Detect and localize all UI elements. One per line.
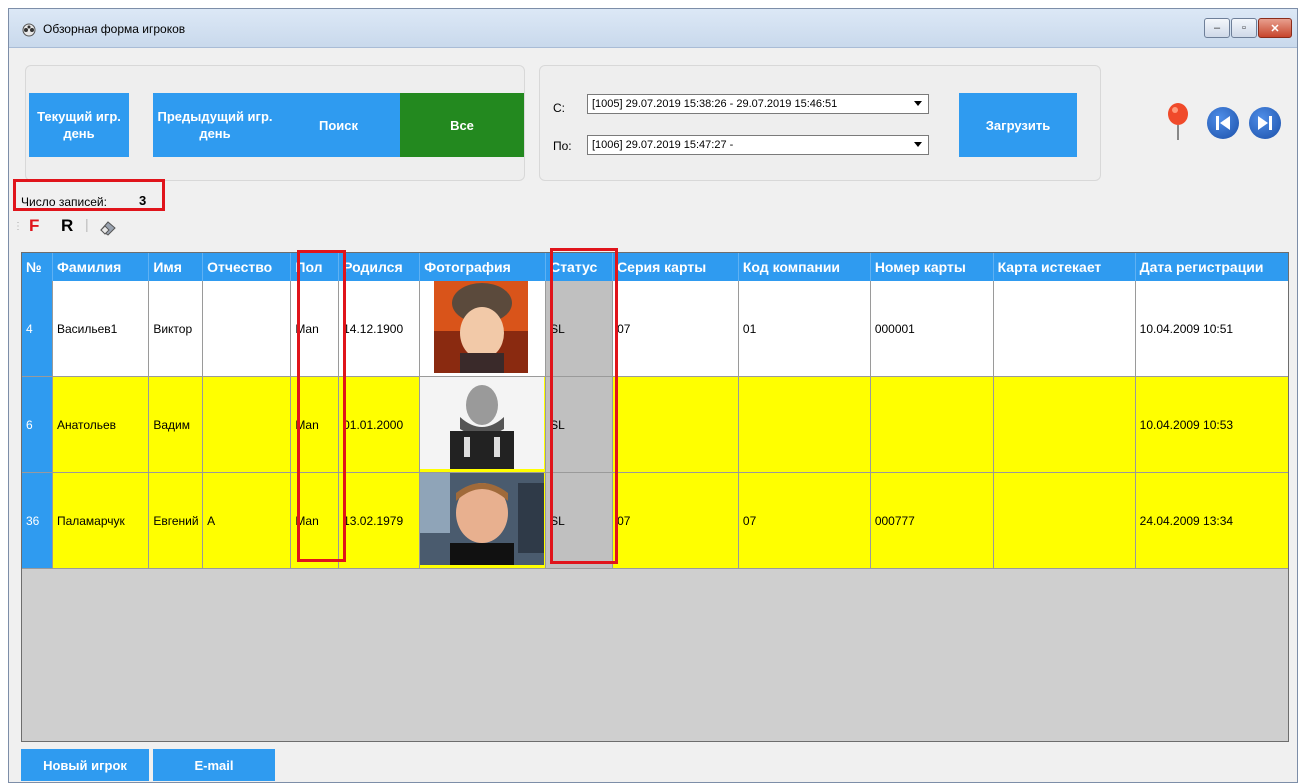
- player-photo: [420, 377, 545, 469]
- col-registered[interactable]: Дата регистрации: [1135, 253, 1288, 281]
- cell-card-expires[interactable]: [993, 472, 1136, 569]
- col-company-code[interactable]: Код компании: [738, 253, 871, 281]
- cell-card-series[interactable]: 07: [612, 472, 739, 569]
- cell-number[interactable]: 4: [22, 281, 53, 377]
- skip-forward-icon: [1258, 116, 1272, 130]
- close-button[interactable]: ✕: [1258, 18, 1292, 38]
- highlight-marker: [550, 248, 618, 564]
- cell-born[interactable]: 01.01.2000: [338, 376, 421, 473]
- app-icon: [22, 23, 36, 37]
- cell-number[interactable]: 6: [22, 376, 53, 473]
- cell-card-number[interactable]: 000001: [870, 281, 994, 377]
- cell-card-expires[interactable]: [993, 281, 1136, 377]
- cell-last-name[interactable]: Васильев1: [52, 281, 150, 377]
- players-grid: № Фамилия Имя Отчество Пол Родился Фотог…: [21, 252, 1289, 742]
- email-button[interactable]: E-mail: [153, 749, 275, 781]
- previous-day-button[interactable]: Предыдущий игр. день: [153, 93, 277, 157]
- load-button[interactable]: Загрузить: [959, 93, 1077, 157]
- col-card-expires[interactable]: Карта истекает: [993, 253, 1136, 281]
- window-title: Обзорная форма игроков: [43, 22, 186, 36]
- cell-photo[interactable]: [419, 472, 547, 569]
- from-select[interactable]: [1005] 29.07.2019 15:38:26 - 29.07.2019 …: [587, 94, 929, 114]
- toolbar-separator: |: [85, 216, 89, 232]
- table-row[interactable]: 4 Васильев1 Виктор Man 14.12.1900 SL 07 …: [22, 281, 1288, 377]
- col-last-name[interactable]: Фамилия: [52, 253, 150, 281]
- cell-company-code[interactable]: 07: [738, 472, 871, 569]
- chevron-down-icon: [914, 101, 922, 106]
- chevron-down-icon: [914, 142, 922, 147]
- maximize-button[interactable]: ▫: [1231, 18, 1257, 38]
- cell-middle-name[interactable]: [202, 281, 292, 377]
- cell-card-expires[interactable]: [993, 376, 1136, 473]
- to-select-value: [1006] 29.07.2019 15:47:27 -: [592, 139, 734, 151]
- cell-card-series[interactable]: 07: [612, 281, 739, 377]
- cell-first-name[interactable]: Виктор: [148, 281, 204, 377]
- cell-photo[interactable]: [419, 376, 547, 473]
- cell-company-code[interactable]: 01: [738, 281, 871, 377]
- main-window: Обзорная форма игроков – ▫ ✕ Текущий игр…: [8, 8, 1298, 783]
- cell-registered[interactable]: 10.04.2009 10:53: [1135, 376, 1288, 473]
- cell-born[interactable]: 14.12.1900: [338, 281, 421, 377]
- cell-registered[interactable]: 24.04.2009 13:34: [1135, 472, 1288, 569]
- col-photo[interactable]: Фотография: [419, 253, 547, 281]
- current-day-button[interactable]: Текущий игр. день: [29, 93, 129, 157]
- from-label: С:: [553, 101, 565, 115]
- cell-photo[interactable]: [419, 281, 547, 377]
- table-row[interactable]: 6 Анатольев Вадим Man 01.01.2000 SL 10.0…: [22, 376, 1288, 473]
- previous-record-button[interactable]: [1207, 107, 1239, 139]
- cell-middle-name[interactable]: А: [202, 472, 292, 569]
- cell-last-name[interactable]: Паламарчук: [52, 472, 150, 569]
- cell-card-number[interactable]: 000777: [870, 472, 994, 569]
- cell-company-code[interactable]: [738, 376, 871, 473]
- filter-f-button[interactable]: F: [29, 216, 39, 236]
- highlight-marker: [13, 179, 165, 211]
- all-button[interactable]: Все: [400, 93, 524, 157]
- cell-registered[interactable]: 10.04.2009 10:51: [1135, 281, 1288, 377]
- col-middle-name[interactable]: Отчество: [202, 253, 292, 281]
- table-row[interactable]: 36 Паламарчук Евгений А Man 13.02.1979 S…: [22, 472, 1288, 569]
- cell-middle-name[interactable]: [202, 376, 292, 473]
- cell-first-name[interactable]: Вадим: [148, 376, 204, 473]
- from-select-value: [1005] 29.07.2019 15:38:26 - 29.07.2019 …: [592, 98, 838, 110]
- player-photo: [420, 473, 545, 565]
- col-born[interactable]: Родился: [338, 253, 421, 281]
- table-header-row: № Фамилия Имя Отчество Пол Родился Фотог…: [22, 253, 1288, 281]
- highlight-marker: [297, 250, 346, 562]
- cell-number[interactable]: 36: [22, 472, 53, 569]
- search-button[interactable]: Поиск: [277, 93, 400, 157]
- cell-card-series[interactable]: [612, 376, 739, 473]
- toolbar-grip: ⋮: [13, 221, 23, 232]
- to-select[interactable]: [1006] 29.07.2019 15:47:27 -: [587, 135, 929, 155]
- cell-first-name[interactable]: Евгений: [148, 472, 204, 569]
- minimize-button[interactable]: –: [1204, 18, 1230, 38]
- map-pin-icon[interactable]: [1166, 102, 1190, 142]
- players-table: № Фамилия Имя Отчество Пол Родился Фотог…: [22, 253, 1288, 569]
- eraser-icon[interactable]: [99, 219, 117, 237]
- cell-card-number[interactable]: [870, 376, 994, 473]
- new-player-button[interactable]: Новый игрок: [21, 749, 149, 781]
- col-card-number[interactable]: Номер карты: [870, 253, 994, 281]
- col-first-name[interactable]: Имя: [148, 253, 204, 281]
- col-number[interactable]: №: [22, 253, 53, 281]
- col-card-series[interactable]: Серия карты: [612, 253, 739, 281]
- title-bar: Обзорная форма игроков – ▫ ✕: [9, 9, 1297, 48]
- next-record-button[interactable]: [1249, 107, 1281, 139]
- player-photo: [434, 281, 529, 373]
- cell-last-name[interactable]: Анатольев: [52, 376, 150, 473]
- cell-born[interactable]: 13.02.1979: [338, 472, 421, 569]
- skip-back-icon: [1216, 116, 1230, 130]
- to-label: По:: [553, 139, 572, 153]
- reset-r-button[interactable]: R: [61, 216, 73, 236]
